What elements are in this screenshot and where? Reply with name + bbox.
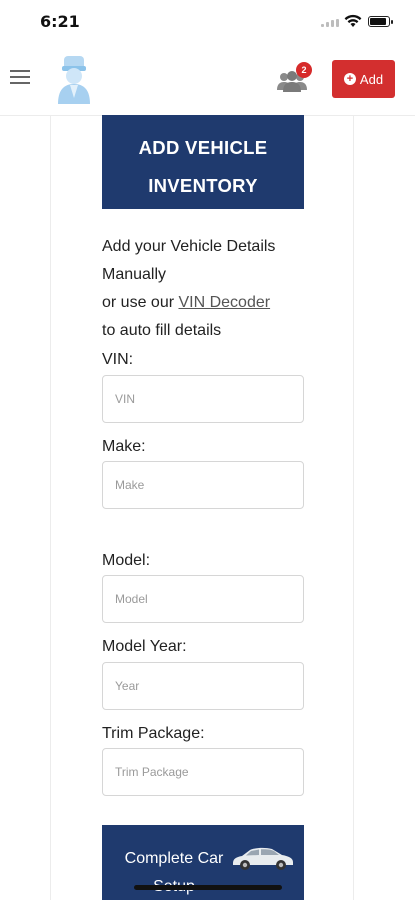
complete-button-text: Complete Car Setup (114, 845, 234, 900)
vin-decoder-link[interactable]: VIN Decoder (178, 294, 270, 311)
intro-line-1: Add your Vehicle Details (102, 238, 276, 255)
vin-label: VIN: (102, 351, 134, 368)
intro-line-3: or use our VIN Decoder (102, 289, 322, 317)
make-label: Make: (102, 438, 146, 455)
wifi-icon (344, 14, 362, 27)
vin-input[interactable] (102, 375, 304, 423)
model-label: Model: (102, 552, 151, 569)
complete-button-line1: Complete Car (124, 850, 224, 867)
model-year-label: Model Year: (102, 638, 187, 655)
app-header: 2 + Add (0, 46, 415, 116)
trim-package-input[interactable] (102, 748, 304, 796)
model-year-input[interactable] (102, 662, 304, 710)
banner-title-line1: ADD VEHICLE (138, 137, 268, 158)
banner-title-line2: INVENTORY (148, 175, 258, 196)
users-button[interactable]: 2 (276, 62, 314, 94)
form-card: ADD VEHICLE INVENTORY Add your Vehicle D… (50, 115, 354, 900)
page-title-banner: ADD VEHICLE INVENTORY (102, 115, 304, 209)
intro-line-2: Manually (102, 266, 167, 283)
status-time: 6:21 (40, 12, 80, 31)
intro-line-3-prefix: or use our (102, 294, 179, 311)
person-logo-icon (58, 56, 90, 104)
model-input[interactable] (102, 575, 304, 623)
make-input[interactable] (102, 461, 304, 509)
add-button-label: Add (359, 71, 384, 87)
intro-line-4: to auto fill details (102, 322, 222, 339)
app-screen: 6:21 2 + Add ADD VEHICLE INVENTORY Add y… (0, 0, 415, 900)
intro-text: Add your Vehicle Details Manually or use… (102, 233, 322, 345)
add-button[interactable]: + Add (332, 60, 395, 98)
plus-circle-icon: + (343, 73, 356, 85)
notification-badge: 2 (296, 62, 312, 78)
trim-package-label: Trim Package: (102, 725, 205, 742)
cellular-signal-icon (321, 19, 341, 27)
car-icon (233, 847, 293, 870)
status-bar: 6:21 (0, 0, 415, 46)
home-indicator (134, 885, 282, 890)
menu-icon[interactable] (10, 69, 30, 85)
battery-icon (368, 16, 393, 27)
